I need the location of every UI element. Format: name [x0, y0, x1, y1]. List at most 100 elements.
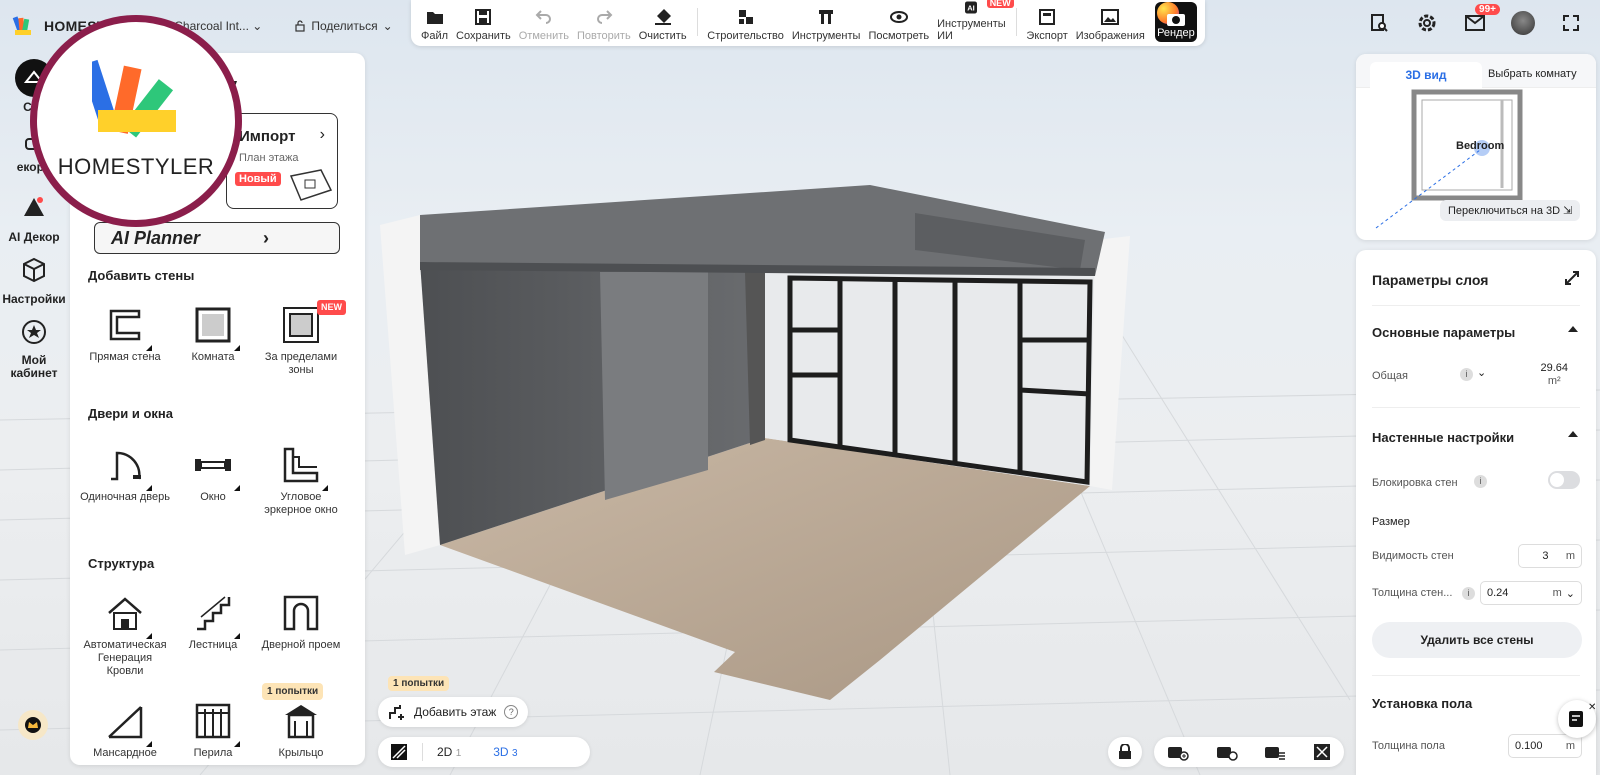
render-button[interactable]: Рендер — [1154, 2, 1197, 42]
homestyler-logo-overlay: HOMESTYLER — [30, 15, 242, 227]
rail-item-settings[interactable]: Настройки — [0, 250, 68, 306]
chevron-right-icon: › — [263, 228, 269, 248]
settings-button[interactable] — [1412, 8, 1442, 38]
collapse-icon[interactable] — [1568, 326, 1578, 332]
messages-button[interactable]: 99+ — [1460, 4, 1500, 38]
floor-thickness-value: 0.100 — [1515, 740, 1543, 752]
wall-thickness-label: Толщина стен... — [1372, 587, 1453, 599]
tool-outside-zone[interactable]: NEW За пределами зоны — [256, 300, 346, 377]
expand-icon — [1563, 15, 1579, 31]
save-button[interactable]: Сохранить — [452, 0, 515, 42]
ai-planner-label: AI Planner — [111, 228, 201, 248]
wall-visibility-input[interactable]: 3 m — [1518, 544, 1582, 568]
fullscreen-button[interactable] — [1556, 8, 1586, 38]
gear-icon — [1418, 14, 1436, 32]
lock-walls-toggle[interactable] — [1548, 471, 1580, 489]
collapse-icon[interactable] — [1568, 431, 1578, 437]
expand-corner-icon — [146, 633, 152, 639]
redo-button[interactable]: Повторить — [573, 0, 635, 42]
rail-item-cabinet[interactable]: Мой кабинет — [0, 312, 68, 380]
tool-label: Угловое эркерное окно — [264, 491, 338, 516]
expand-corner-icon — [234, 741, 240, 747]
top-right-actions: 99+ — [1364, 4, 1586, 38]
homestyler-logo-icon — [12, 16, 31, 35]
tool-auto-roof[interactable]: Автоматическая Генерация Кровли — [80, 593, 170, 678]
expand-corner-icon — [322, 485, 328, 491]
ai-tools-button[interactable]: NEW AI Инструменты ИИ — [933, 0, 1014, 42]
tool-label: Прямая стена — [89, 351, 161, 363]
save-label: Сохранить — [456, 30, 511, 42]
export-button[interactable]: Экспорт — [1022, 0, 1071, 42]
expand-corner-icon — [146, 741, 152, 747]
attic-icon — [108, 706, 143, 739]
share-button[interactable]: Поделиться ⌄ — [294, 19, 393, 33]
rail-item-ai-decor[interactable]: AI Декор — [0, 188, 68, 244]
info-icon[interactable]: i — [1460, 368, 1473, 381]
tool-label: Лестница — [188, 639, 238, 651]
eye-icon — [889, 11, 908, 23]
expand-corner-icon — [146, 345, 152, 351]
file-label: Файл — [421, 30, 449, 42]
tab-3d-view[interactable]: 3D вид — [1370, 62, 1482, 88]
help-icon[interactable]: ? — [504, 705, 519, 719]
build-button[interactable]: Строительство — [703, 0, 788, 42]
size-label: Размер — [1372, 516, 1410, 528]
camera-list-icon[interactable] — [1264, 743, 1286, 761]
delete-all-walls-button[interactable]: Удалить все стены — [1372, 622, 1582, 658]
view-3d-label: 3D — [493, 745, 509, 759]
tool-single-door[interactable]: Одиночная дверь — [80, 445, 170, 504]
tool-porch[interactable]: 1 попытки Крыльцо — [256, 683, 346, 760]
add-camera-icon[interactable] — [1167, 743, 1189, 761]
switch-3d-label: Переключиться на 3D — [1448, 205, 1561, 217]
view-3d-number: 3 — [511, 748, 518, 759]
new-badge: Новый — [235, 172, 281, 186]
images-button[interactable]: Изображения — [1072, 0, 1149, 42]
eraser-icon — [654, 9, 671, 25]
floor-thickness-input[interactable]: 0.100 m — [1508, 734, 1582, 758]
clear-button[interactable]: Очистить — [635, 0, 691, 42]
folder-icon — [426, 12, 443, 24]
chevron-down-icon: ⌄ — [1565, 587, 1575, 600]
share-label: Поделиться — [311, 19, 378, 33]
tool-window[interactable]: Окно — [168, 445, 258, 504]
search-doc-button[interactable] — [1364, 8, 1394, 38]
vip-button[interactable] — [18, 710, 48, 740]
file-button[interactable]: Файл — [417, 0, 452, 42]
tool-railing[interactable]: Перила — [168, 701, 258, 760]
view-2d-label: 2D — [437, 745, 453, 759]
view-2d-button[interactable]: 2D 1 — [437, 745, 461, 759]
import-floorplan-card[interactable]: Импорт › План этажа Новый — [226, 113, 338, 209]
close-icon[interactable]: ✕ — [1588, 702, 1596, 713]
add-floor-button[interactable]: Добавить этаж ? — [378, 697, 529, 727]
info-icon[interactable]: i — [1462, 587, 1475, 600]
chevron-down-icon[interactable]: ⌄ — [1477, 366, 1486, 379]
tool-attic[interactable]: Мансардное — [80, 701, 170, 760]
undo-button[interactable]: Отменить — [515, 0, 573, 42]
user-avatar-button[interactable] — [1508, 8, 1538, 38]
info-icon[interactable]: i — [1474, 475, 1487, 488]
view-3d-button[interactable]: 3D 3 — [493, 745, 517, 759]
expand-panel-icon[interactable] — [1564, 270, 1580, 286]
switch-to-3d-button[interactable]: Переключиться на 3D ⇲ — [1440, 200, 1581, 221]
view-2d-number: 1 — [455, 748, 462, 759]
tool-stairs[interactable]: Лестница — [168, 593, 258, 652]
stairs-icon — [197, 596, 231, 631]
choose-room-tab[interactable]: Выбрать комнату — [1488, 68, 1577, 80]
view-button[interactable]: Посмотреть — [864, 0, 933, 42]
tool-straight-wall[interactable]: Прямая стена — [80, 305, 170, 364]
camera-settings-icon[interactable] — [1216, 743, 1238, 761]
tools-button[interactable]: Инструменты — [788, 0, 865, 42]
hatch-icon[interactable] — [390, 743, 408, 761]
lock-button[interactable] — [1108, 737, 1142, 767]
collapse-view-icon[interactable] — [1313, 743, 1331, 761]
attempt-badge: 1 попытки — [262, 683, 324, 700]
tool-door-opening[interactable]: Дверной проем — [256, 593, 346, 652]
build-label: Строительство — [707, 30, 784, 42]
clear-label: Очистить — [638, 30, 687, 42]
tool-corner-bay-window[interactable]: Угловое эркерное окно — [256, 445, 346, 517]
layer-properties-panel: Параметры слоя Основные параметры Общая … — [1356, 250, 1596, 775]
tool-room[interactable]: Комната — [168, 305, 258, 364]
section-floor-install: Установка пола — [1372, 696, 1473, 711]
rail-label-cabinet: Мой кабинет — [10, 353, 58, 380]
wall-thickness-select[interactable]: 0.24 m ⌄ — [1480, 581, 1582, 605]
